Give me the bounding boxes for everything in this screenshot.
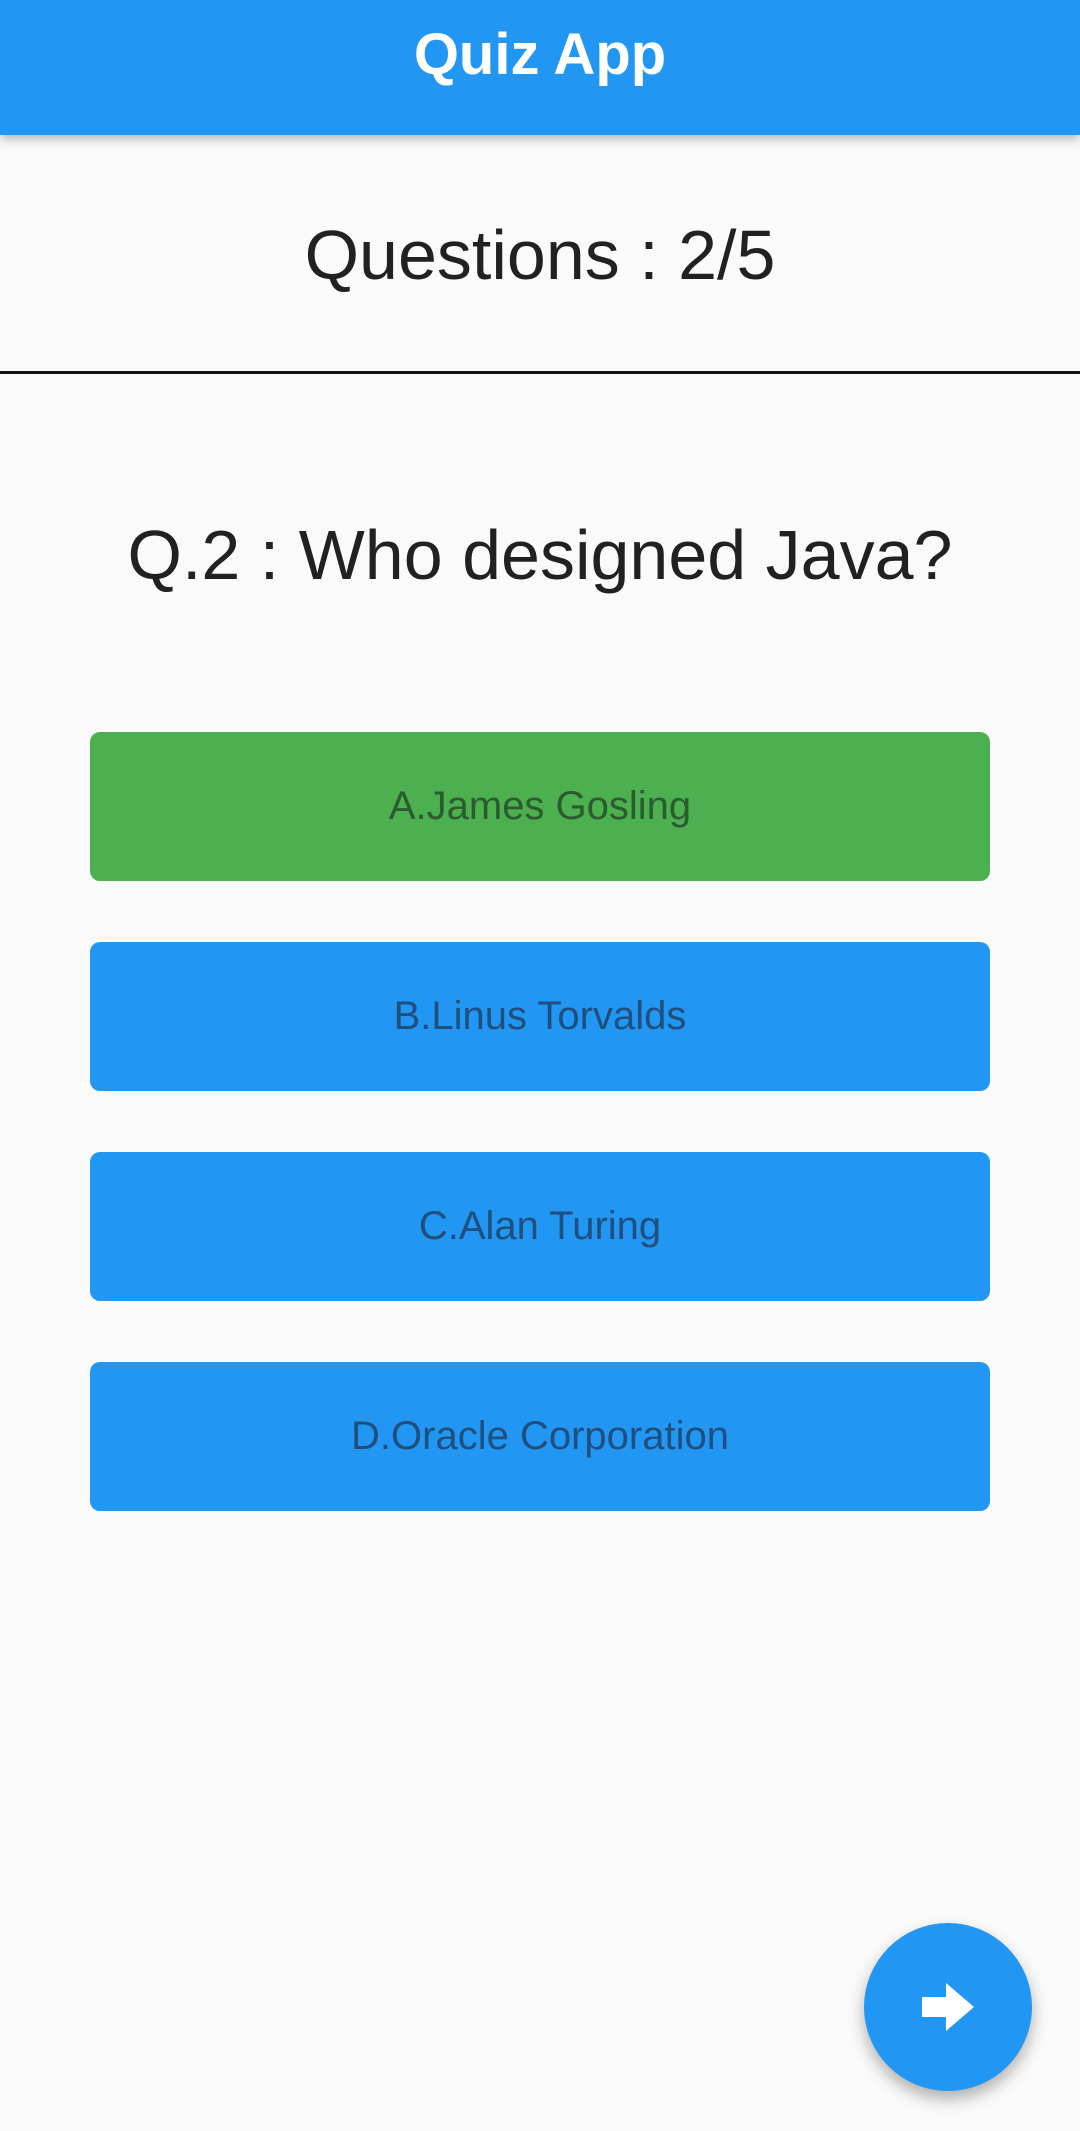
option-a-button[interactable]: A.James Gosling [90, 732, 990, 881]
app-bar: Quiz App [0, 0, 1080, 135]
option-b-button[interactable]: B.Linus Torvalds [90, 942, 990, 1091]
question-progress: Questions : 2/5 [304, 216, 776, 294]
question-text: Q.2 : Who designed Java? [127, 516, 953, 594]
option-b-label: B.Linus Torvalds [393, 994, 687, 1038]
app-title: Quiz App [413, 22, 667, 87]
quiz-screen: Quiz App Questions : 2/5 Q.2 : Who desig… [0, 0, 1080, 2131]
option-c-label: C.Alan Turing [418, 1204, 662, 1248]
option-c-button[interactable]: C.Alan Turing [90, 1152, 990, 1301]
option-d-label: D.Oracle Corporation [351, 1414, 729, 1458]
option-a-label: A.James Gosling [388, 784, 692, 828]
divider [0, 371, 1080, 374]
option-d-button[interactable]: D.Oracle Corporation [90, 1362, 990, 1511]
next-question-button[interactable] [864, 1923, 1032, 2091]
arrow-forward-icon [922, 1983, 974, 2031]
